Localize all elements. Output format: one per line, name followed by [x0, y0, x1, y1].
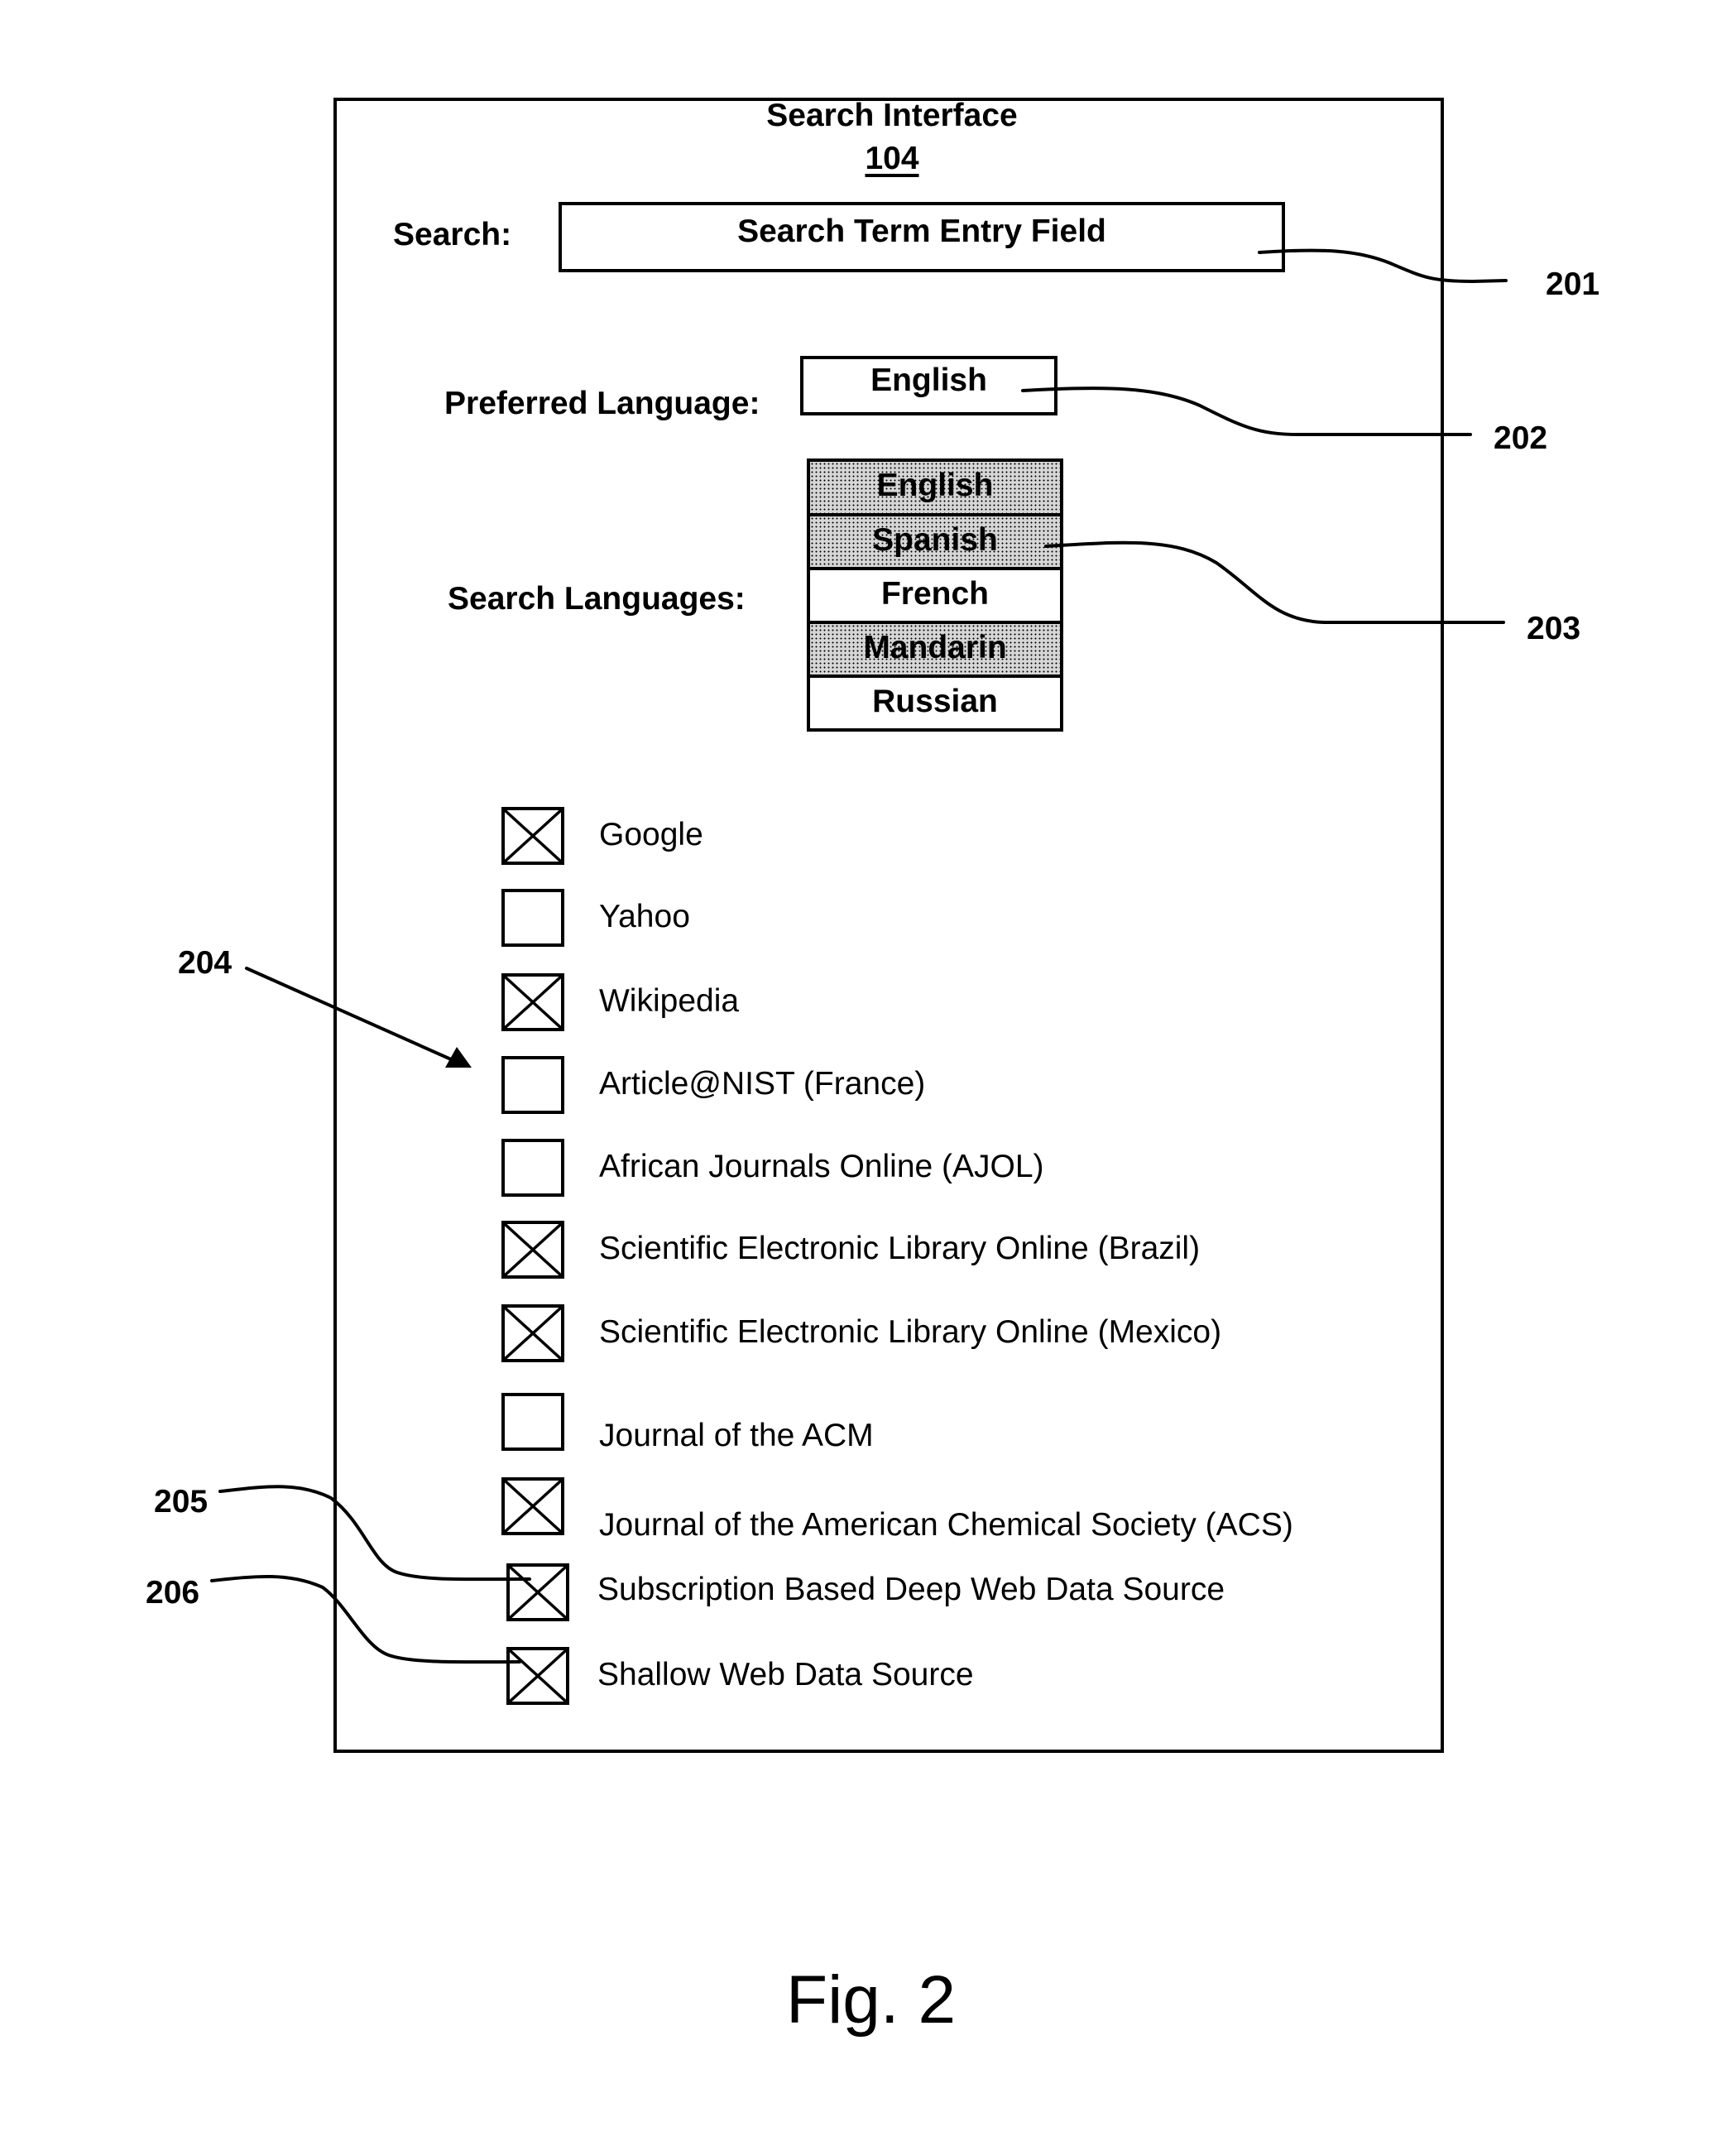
data-source-label: Journal of the ACM [599, 1418, 874, 1453]
data-source-label: Journal of the American Chemical Society… [599, 1507, 1293, 1543]
data-source-label: Yahoo [599, 899, 690, 934]
checkbox-checked[interactable] [501, 1304, 564, 1362]
checkbox-checked[interactable] [501, 973, 564, 1031]
search-interface-frame [333, 98, 1444, 1753]
data-source-label: Shallow Web Data Source [597, 1657, 974, 1692]
data-source-label: Scientific Electronic Library Online (Br… [599, 1231, 1201, 1266]
x-mark-icon [505, 1224, 561, 1275]
checkbox-unchecked[interactable] [501, 1056, 564, 1114]
checkbox-checked[interactable] [506, 1563, 569, 1621]
checkbox-unchecked[interactable] [501, 889, 564, 947]
language-option-russian[interactable]: Russian [810, 675, 1060, 728]
interface-title: Search Interface [766, 98, 1018, 133]
x-mark-icon [510, 1567, 566, 1618]
search-languages-listbox[interactable]: English Spanish French Mandarin Russian [807, 458, 1063, 732]
language-option-english[interactable]: English [810, 462, 1060, 513]
preferred-language-label: Preferred Language: [444, 386, 760, 421]
x-mark-icon [505, 1308, 561, 1359]
checkbox-unchecked[interactable] [501, 1393, 564, 1451]
callout-204: 204 [178, 945, 233, 981]
callout-203: 203 [1527, 611, 1581, 646]
callout-201: 201 [1546, 266, 1600, 302]
figure-caption: Fig. 2 [786, 1962, 957, 2038]
preferred-language-select[interactable]: English [800, 356, 1057, 415]
data-source-label: Subscription Based Deep Web Data Source [597, 1572, 1225, 1607]
x-mark-icon [505, 810, 561, 862]
data-source-label: Scientific Electronic Library Online (Me… [599, 1314, 1222, 1350]
data-source-label: Article@NIST (France) [599, 1066, 926, 1102]
callout-202: 202 [1494, 420, 1548, 456]
language-option-french[interactable]: French [810, 567, 1060, 621]
search-languages-label: Search Languages: [448, 581, 746, 617]
data-source-label: Google [599, 817, 703, 852]
x-mark-icon [505, 977, 561, 1028]
x-mark-icon [505, 1481, 561, 1532]
checkbox-checked[interactable] [501, 1221, 564, 1279]
search-label: Search: [393, 217, 512, 252]
data-source-label: African Journals Online (AJOL) [599, 1149, 1044, 1184]
checkbox-unchecked[interactable] [501, 1139, 564, 1197]
search-term-input[interactable]: Search Term Entry Field [559, 202, 1285, 272]
interface-ref-number: 104 [865, 141, 919, 176]
x-mark-icon [510, 1650, 566, 1702]
language-option-spanish[interactable]: Spanish [810, 513, 1060, 567]
language-option-mandarin[interactable]: Mandarin [810, 621, 1060, 675]
callout-206: 206 [146, 1575, 200, 1611]
callout-205: 205 [154, 1484, 209, 1519]
checkbox-checked[interactable] [501, 1477, 564, 1535]
checkbox-checked[interactable] [501, 807, 564, 865]
checkbox-checked[interactable] [506, 1647, 569, 1705]
data-source-label: Wikipedia [599, 983, 740, 1019]
